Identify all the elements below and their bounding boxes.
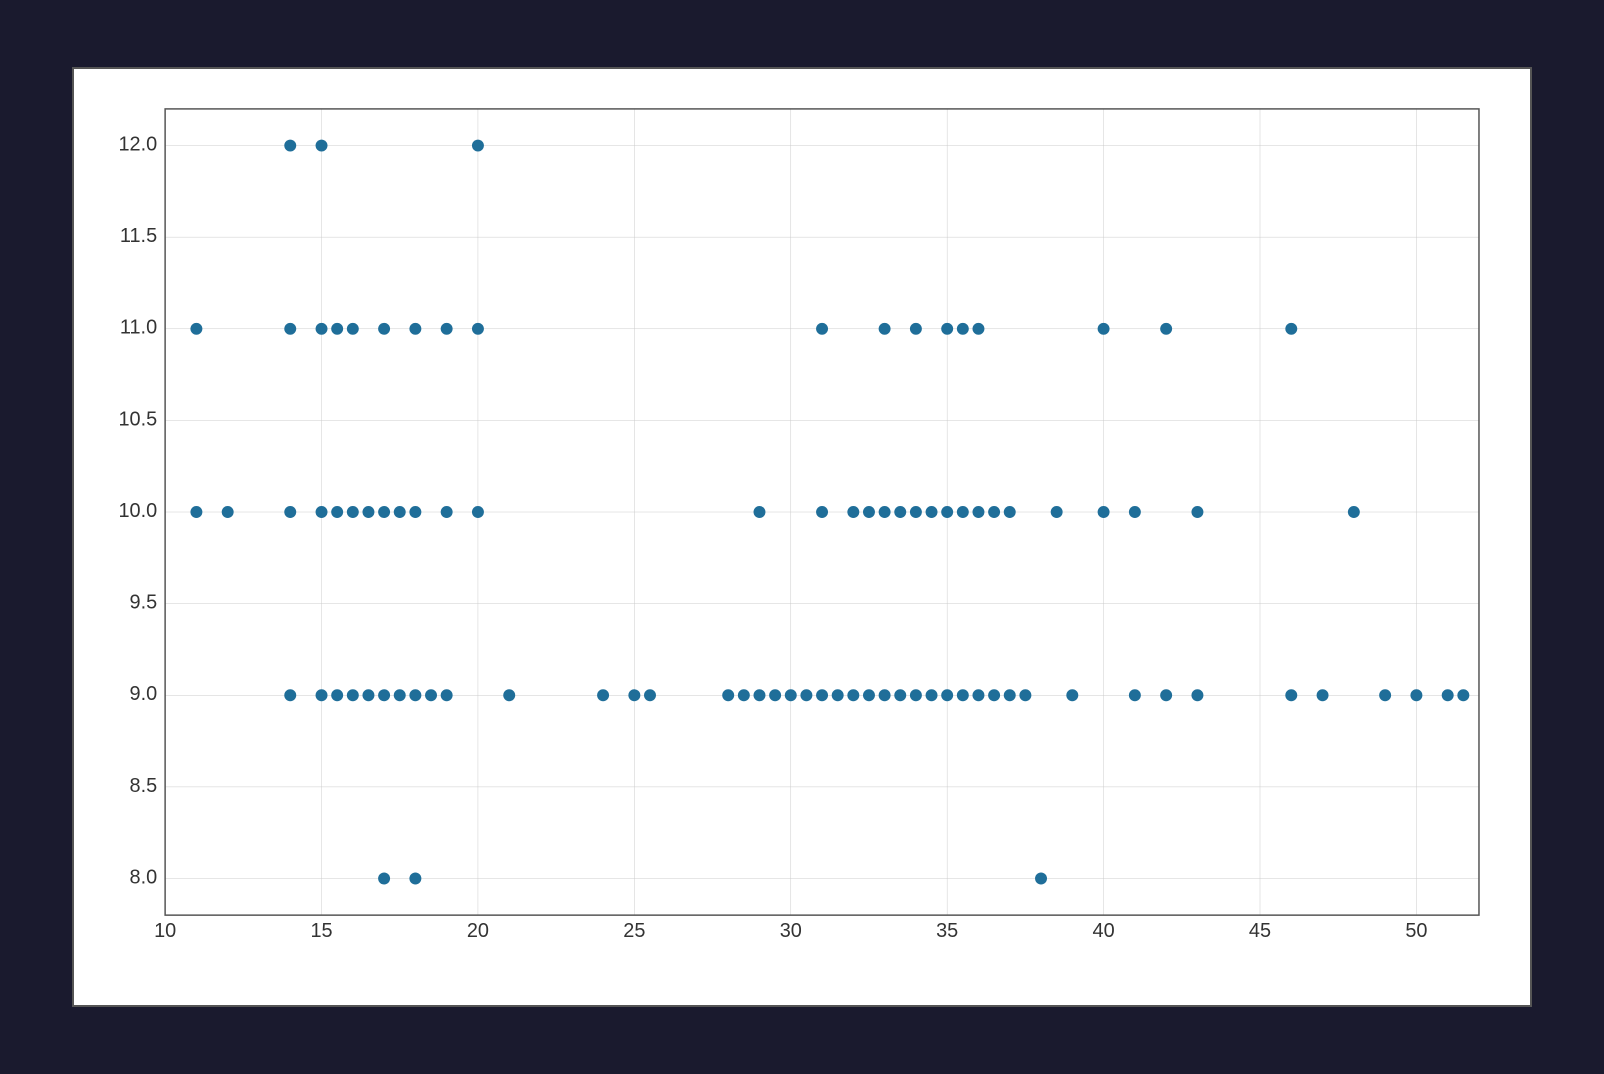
svg-text:11.0: 11.0 <box>120 317 157 339</box>
svg-text:11.5: 11.5 <box>120 225 157 247</box>
svg-text:12.0: 12.0 <box>118 134 157 156</box>
svg-text:10.0: 10.0 <box>118 500 157 522</box>
svg-text:25: 25 <box>623 920 645 942</box>
plot-area: 8.08.59.09.510.010.511.011.512.010152025… <box>154 89 1510 945</box>
svg-text:45: 45 <box>1249 920 1271 942</box>
svg-text:9.5: 9.5 <box>129 592 157 614</box>
svg-text:8.5: 8.5 <box>129 775 157 797</box>
svg-text:20: 20 <box>467 920 489 942</box>
svg-text:50: 50 <box>1405 920 1427 942</box>
svg-text:35: 35 <box>936 920 958 942</box>
scatter-plot-svg: 8.08.59.09.510.010.511.011.512.010152025… <box>154 89 1510 945</box>
svg-text:15: 15 <box>310 920 332 942</box>
svg-text:30: 30 <box>780 920 802 942</box>
svg-text:8.0: 8.0 <box>129 866 157 888</box>
svg-text:9.0: 9.0 <box>129 683 157 705</box>
chart-container: 8.0 8.5 9.0 9.5 10.0 10.5 11.0 11.5 12.0 10 15 20 25… <box>72 67 1532 1007</box>
svg-text:10: 10 <box>154 920 176 942</box>
svg-text:10.5: 10.5 <box>118 408 157 430</box>
svg-text:40: 40 <box>1093 920 1115 942</box>
